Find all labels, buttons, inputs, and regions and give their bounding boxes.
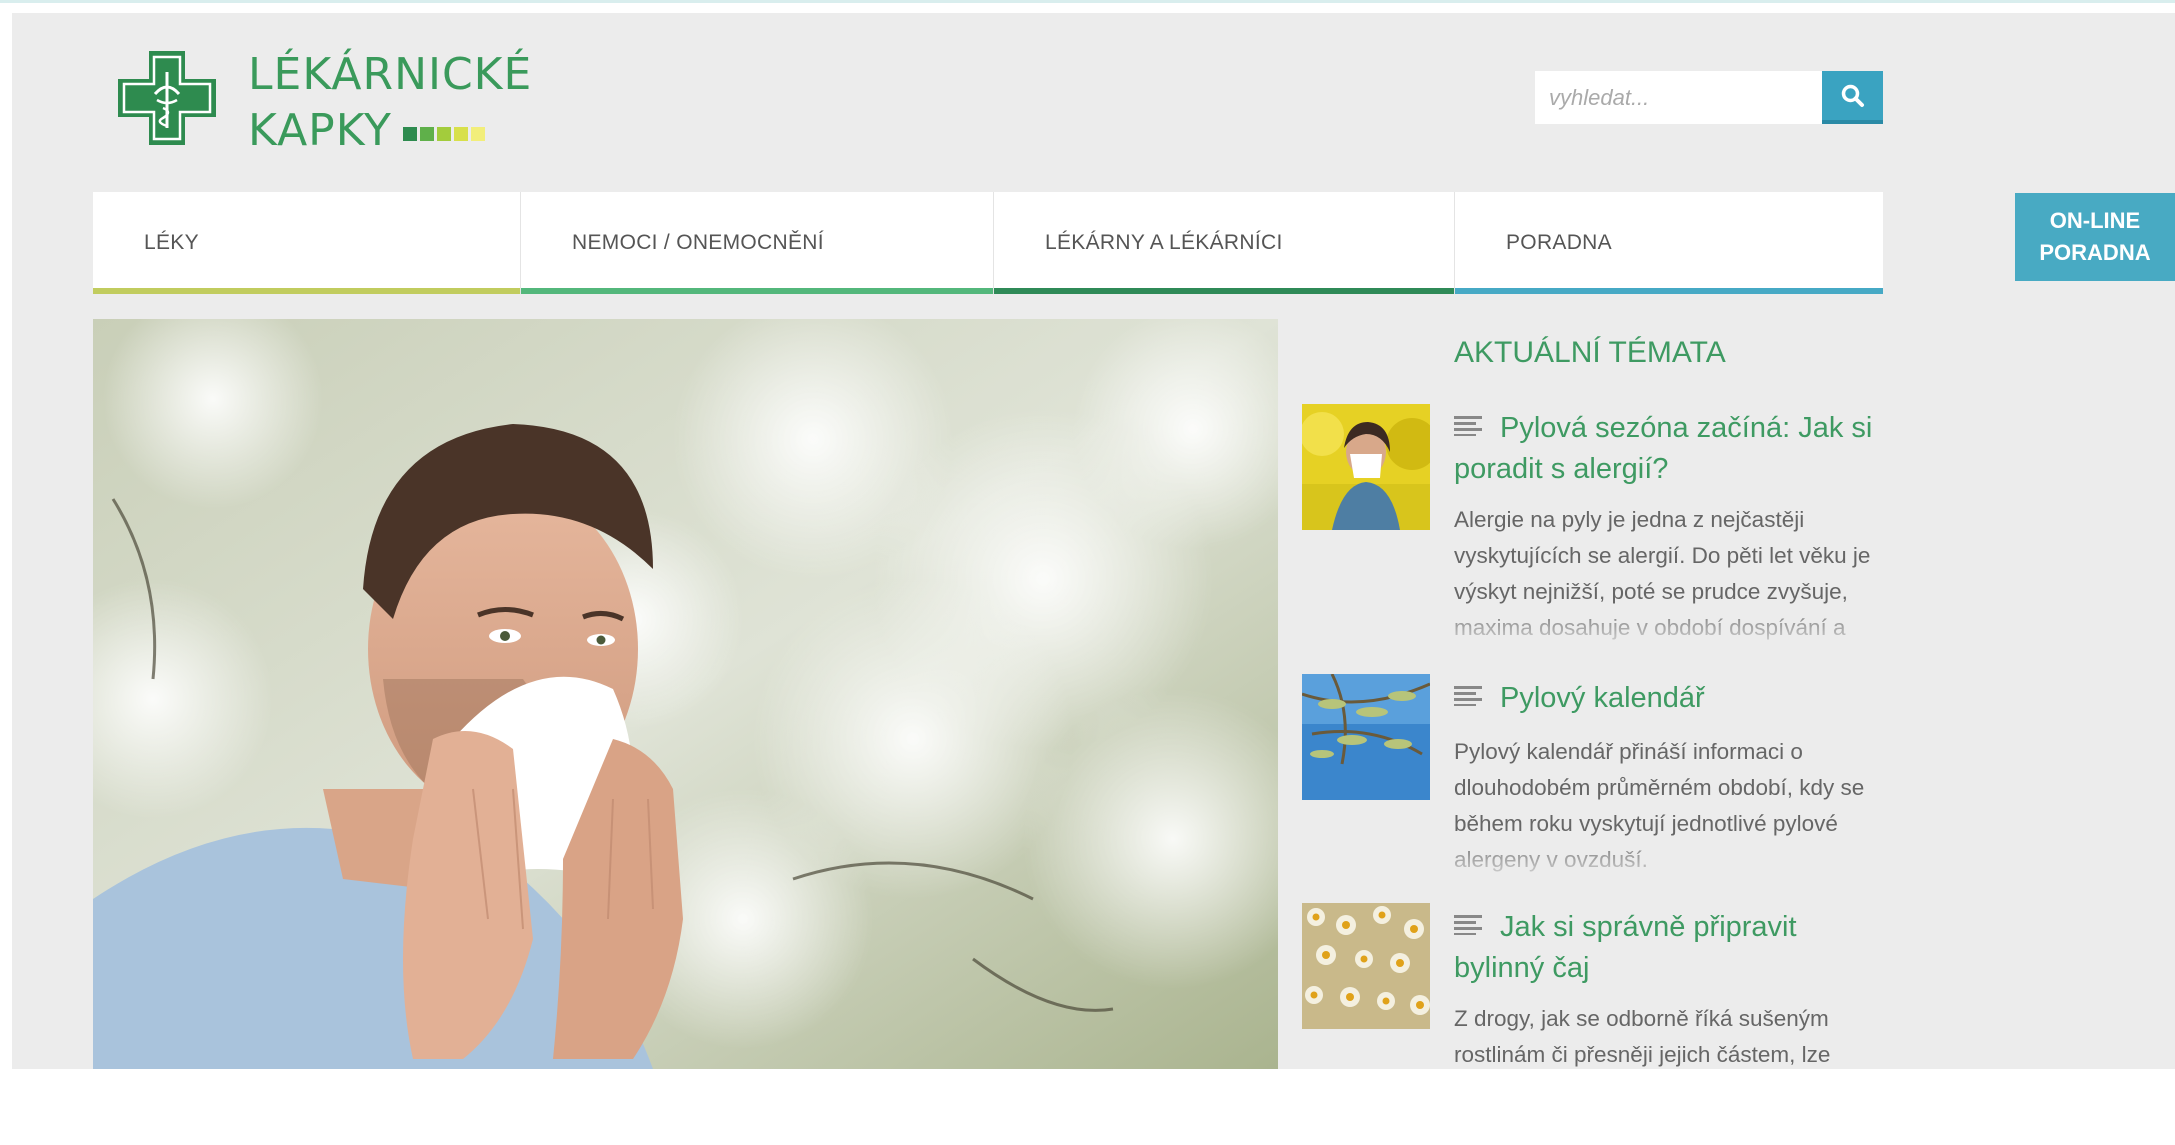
nav-item-nemoci[interactable]: NEMOCI / ONEMOCNĚNÍ [521,192,994,294]
topics-heading: AKTUÁLNÍ TÉMATA [1454,336,1726,369]
online-poradna-line-2: PORADNA [2039,240,2151,265]
article-title-link[interactable]: Pylový kalendář [1454,678,1882,719]
article-title-link[interactable]: Pylová sezóna začíná: Jak si poradit s a… [1454,408,1882,490]
search-input[interactable] [1535,71,1822,124]
article-title: Jak si správně připravit bylinný čaj [1454,911,1797,984]
article-excerpt: Alergie na pyly je jedna z nejčastěji vy… [1454,507,1871,640]
search-bar [1535,71,1883,124]
article-title: Pylová sezóna začíná: Jak si poradit s a… [1454,412,1873,485]
article-title-link[interactable]: Jak si správně připravit bylinný čaj [1454,907,1882,989]
online-poradna-line-1: ON-LINE [2049,208,2141,233]
pharmacy-cross-icon [118,51,216,145]
nav-item-poradna[interactable]: PORADNA [1455,192,1883,294]
article-thumbnail-image [1302,404,1430,530]
article-thumbnail[interactable] [1302,674,1430,800]
article-title: Pylový kalendář [1500,682,1705,714]
site-logo[interactable]: LÉKÁRNICKÉ KAPKY [117,37,537,157]
logo-wordmark: LÉKÁRNICKÉ KAPKY [248,47,532,159]
logo-line-1: LÉKÁRNICKÉ [248,49,533,100]
article-thumbnail[interactable] [1302,404,1430,530]
hero-illustration [93,319,1278,1069]
search-icon [1841,84,1864,107]
article-thumbnail-image [1302,903,1430,1029]
article-excerpt: Z drogy, jak se odborně říká sušeným ros… [1454,1006,1831,1067]
nav-item-leky[interactable]: LÉKY [93,192,521,294]
article-list-icon [1454,416,1482,436]
logo-line-2: KAPKY [248,105,392,156]
article-excerpt: Pylový kalendář přináší informaci o dlou… [1454,739,1865,872]
article-list-icon [1454,915,1482,935]
main-navigation: LÉKY NEMOCI / ONEMOCNĚNÍ LÉKÁRNY A LÉKÁR… [93,192,1883,294]
article-list-icon [1454,686,1482,706]
nav-item-lekarny[interactable]: LÉKÁRNY A LÉKÁRNÍCI [994,192,1455,294]
search-button[interactable] [1822,71,1883,124]
hero-image[interactable] [93,319,1278,1069]
article-thumbnail-image [1302,674,1430,800]
top-accent-line [0,0,2175,3]
logo-color-squares [403,127,485,141]
online-poradna-button[interactable]: ON-LINE PORADNA [2015,193,2175,281]
article-thumbnail[interactable] [1302,903,1430,1029]
